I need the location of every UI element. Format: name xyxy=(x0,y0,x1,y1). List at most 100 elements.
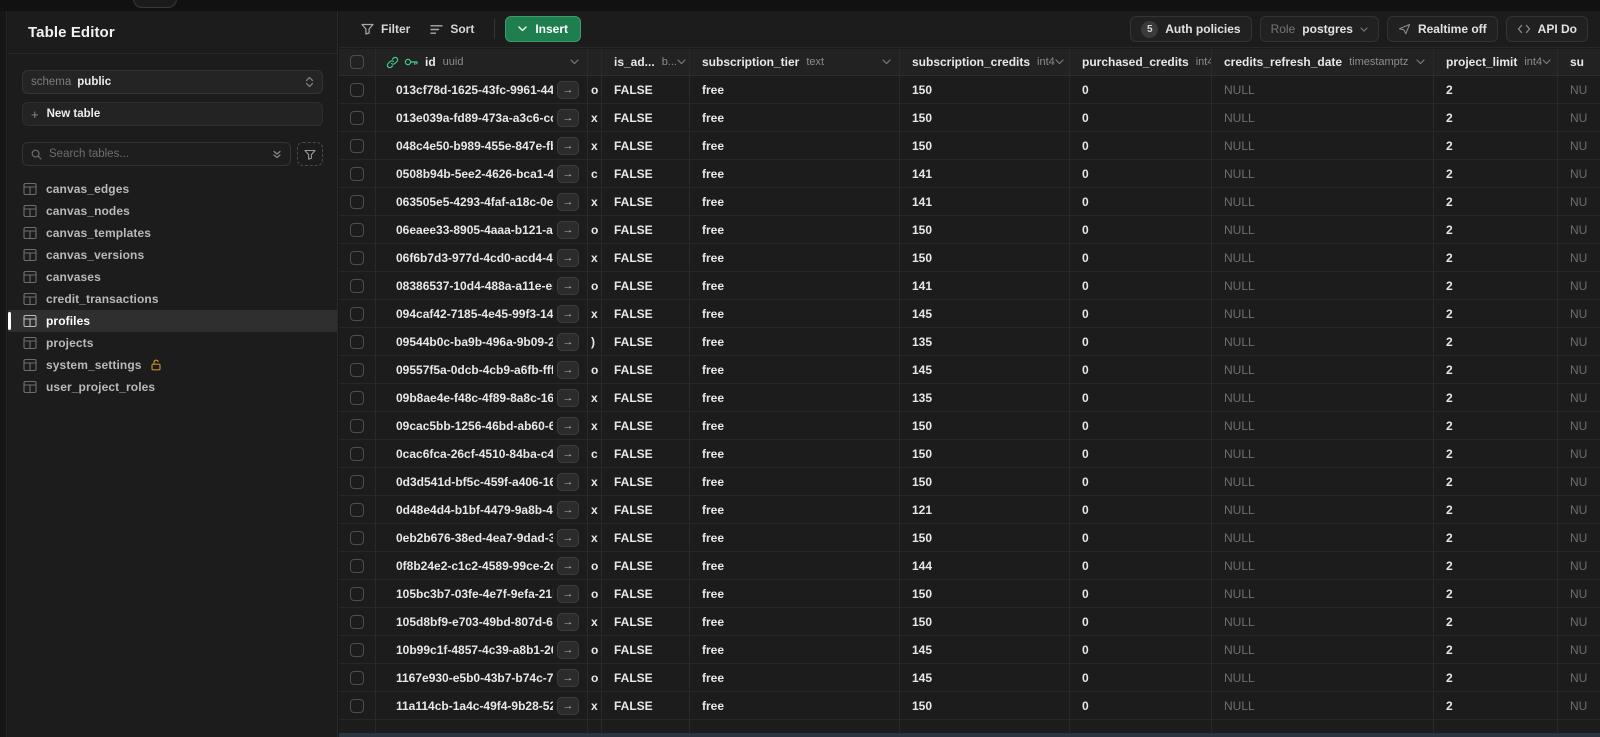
cell-purchased-credits[interactable]: 0 xyxy=(1070,244,1212,271)
cell-credits-refresh-date[interactable]: NULL xyxy=(1212,76,1434,103)
insert-button[interactable]: Insert xyxy=(505,16,582,42)
cell-subscription-credits[interactable]: 141 xyxy=(900,272,1070,299)
cell-project-limit[interactable]: 2 xyxy=(1434,216,1558,243)
sidebar-item-user_project_roles[interactable]: user_project_roles xyxy=(8,376,337,398)
row-checkbox[interactable] xyxy=(350,614,364,629)
search-input[interactable]: Search tables... xyxy=(22,142,291,166)
cell-su[interactable]: NU xyxy=(1558,524,1600,551)
cell-subscription-tier[interactable]: free xyxy=(690,468,900,495)
cell-subscription-tier[interactable]: free xyxy=(690,412,900,439)
cell-subscription-tier[interactable]: free xyxy=(690,384,900,411)
cell-su[interactable]: NU xyxy=(1558,384,1600,411)
cell-purchased-credits[interactable]: 0 xyxy=(1070,272,1212,299)
cell-purchased-credits[interactable]: 0 xyxy=(1070,664,1212,691)
cell-id[interactable]: 0508b94b-5ee2-4626-bca1-4bca...→ xyxy=(376,160,588,187)
cell-su[interactable]: NU xyxy=(1558,76,1600,103)
cell-purchased-credits[interactable]: 0 xyxy=(1070,216,1212,243)
cell-subscription-credits[interactable]: 135 xyxy=(900,384,1070,411)
cell-su[interactable]: NU xyxy=(1558,160,1600,187)
cell-subscription-tier[interactable]: free xyxy=(690,552,900,579)
cell-su[interactable]: NU xyxy=(1558,272,1600,299)
cell-id[interactable]: 063505e5-4293-4faf-a18c-0e65b...→ xyxy=(376,188,588,215)
cell-subscription-credits[interactable]: 150 xyxy=(900,524,1070,551)
cell-is-admin[interactable]: FALSE xyxy=(602,580,690,607)
expand-row-button[interactable]: → xyxy=(557,108,579,127)
cell-su[interactable]: NU xyxy=(1558,496,1600,523)
cell-subscription-credits[interactable]: 150 xyxy=(900,104,1070,131)
cell-subscription-tier[interactable]: free xyxy=(690,188,900,215)
filter-button[interactable]: Filter xyxy=(351,16,420,42)
column-header-subscription_tier[interactable]: subscription_tier text xyxy=(690,49,900,75)
cell-project-limit[interactable]: 2 xyxy=(1434,160,1558,187)
cell-project-limit[interactable]: 2 xyxy=(1434,440,1558,467)
cell-subscription-tier[interactable]: free xyxy=(690,272,900,299)
cell-purchased-credits[interactable]: 0 xyxy=(1070,496,1212,523)
cell-subscription-tier[interactable]: free xyxy=(690,104,900,131)
cell-clipped[interactable]: o xyxy=(588,216,602,243)
cell-credits-refresh-date[interactable]: NULL xyxy=(1212,580,1434,607)
row-checkbox[interactable] xyxy=(350,194,364,209)
expand-row-button[interactable]: → xyxy=(557,528,579,547)
cell-clipped[interactable]: x xyxy=(588,244,602,271)
cell-clipped[interactable]: x xyxy=(588,496,602,523)
column-header-project_limit[interactable]: project_limit int4 xyxy=(1434,49,1558,75)
cell-clipped[interactable]: c xyxy=(588,440,602,467)
cell-purchased-credits[interactable]: 0 xyxy=(1070,552,1212,579)
cell-su[interactable]: NU xyxy=(1558,440,1600,467)
cell-project-limit[interactable]: 2 xyxy=(1434,636,1558,663)
row-checkbox[interactable] xyxy=(350,670,364,685)
cell-subscription-credits[interactable]: 145 xyxy=(900,300,1070,327)
cell-is-admin[interactable]: FALSE xyxy=(602,552,690,579)
cell-credits-refresh-date[interactable]: NULL xyxy=(1212,524,1434,551)
cell-is-admin[interactable]: FALSE xyxy=(602,300,690,327)
cell-subscription-tier[interactable]: free xyxy=(690,328,900,355)
expand-row-button[interactable]: → xyxy=(557,136,579,155)
cell-su[interactable]: NU xyxy=(1558,216,1600,243)
sidebar-item-credit_transactions[interactable]: credit_transactions xyxy=(8,288,337,310)
cell-subscription-tier[interactable]: free xyxy=(690,524,900,551)
cell-subscription-tier[interactable]: free xyxy=(690,356,900,383)
cell-is-admin[interactable]: FALSE xyxy=(602,328,690,355)
cell-credits-refresh-date[interactable]: NULL xyxy=(1212,104,1434,131)
cell-clipped[interactable]: o xyxy=(588,580,602,607)
row-checkbox[interactable] xyxy=(350,278,364,293)
sidebar-item-canvas_versions[interactable]: canvas_versions xyxy=(8,244,337,266)
cell-clipped[interactable]: o xyxy=(588,636,602,663)
realtime-button[interactable]: Realtime off xyxy=(1386,16,1498,42)
cell-project-limit[interactable]: 2 xyxy=(1434,384,1558,411)
cell-subscription-credits[interactable]: 141 xyxy=(900,160,1070,187)
cell-clipped[interactable]: o xyxy=(588,552,602,579)
cell-credits-refresh-date[interactable]: NULL xyxy=(1212,608,1434,635)
cell-clipped[interactable]: x xyxy=(588,384,602,411)
cell-is-admin[interactable]: FALSE xyxy=(602,104,690,131)
column-header-subscription_credits[interactable]: subscription_credits int4 xyxy=(900,49,1070,75)
column-header-id[interactable]: id uuid xyxy=(376,49,588,75)
cell-su[interactable]: NU xyxy=(1558,356,1600,383)
cell-clipped[interactable]: x xyxy=(588,300,602,327)
row-checkbox[interactable] xyxy=(350,586,364,601)
column-header-credits_refresh_date[interactable]: credits_refresh_date timestamptz xyxy=(1212,49,1434,75)
role-select[interactable]: Role postgres xyxy=(1259,16,1379,42)
select-all-checkbox[interactable] xyxy=(350,55,364,69)
cell-credits-refresh-date[interactable]: NULL xyxy=(1212,692,1434,719)
cell-is-admin[interactable]: FALSE xyxy=(602,132,690,159)
cell-project-limit[interactable]: 2 xyxy=(1434,496,1558,523)
cell-project-limit[interactable]: 2 xyxy=(1434,552,1558,579)
cell-credits-refresh-date[interactable]: NULL xyxy=(1212,496,1434,523)
expand-row-button[interactable]: → xyxy=(557,360,579,379)
cell-su[interactable]: NU xyxy=(1558,300,1600,327)
cell-purchased-credits[interactable]: 0 xyxy=(1070,692,1212,719)
expand-row-button[interactable]: → xyxy=(557,192,579,211)
row-checkbox[interactable] xyxy=(350,530,364,545)
cell-credits-refresh-date[interactable]: NULL xyxy=(1212,636,1434,663)
cell-project-limit[interactable]: 2 xyxy=(1434,300,1558,327)
cell-is-admin[interactable]: FALSE xyxy=(602,496,690,523)
cell-purchased-credits[interactable]: 0 xyxy=(1070,608,1212,635)
row-checkbox[interactable] xyxy=(350,698,364,713)
cell-is-admin[interactable]: FALSE xyxy=(602,384,690,411)
cell-credits-refresh-date[interactable]: NULL xyxy=(1212,216,1434,243)
cell-clipped[interactable]: x xyxy=(588,104,602,131)
row-checkbox[interactable] xyxy=(350,110,364,125)
cell-clipped[interactable]: o xyxy=(588,272,602,299)
cell-id[interactable]: 094caf42-7185-4e45-99f3-14abee...→ xyxy=(376,300,588,327)
